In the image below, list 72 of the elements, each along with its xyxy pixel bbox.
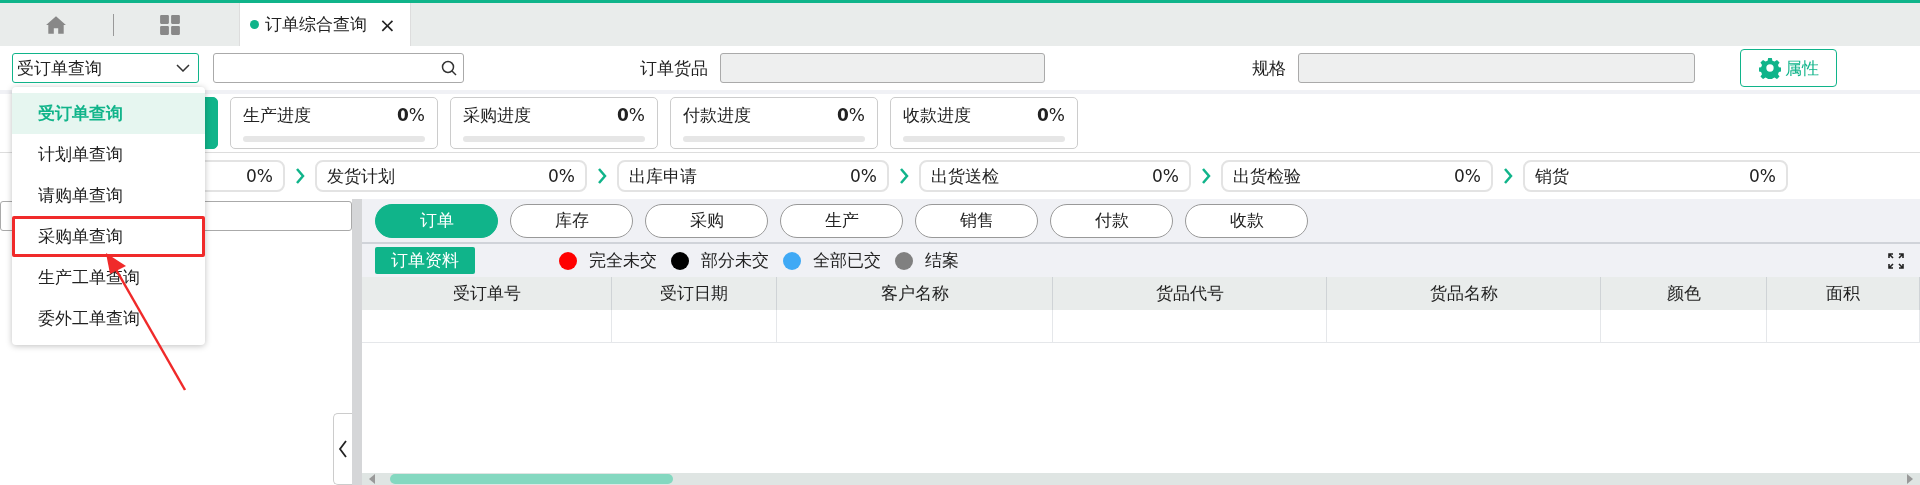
chevron-right-icon — [899, 168, 909, 184]
column-header[interactable]: 颜色 — [1601, 277, 1767, 310]
scroll-left-icon[interactable] — [368, 473, 376, 485]
field-label: 订单货品 — [640, 56, 708, 80]
step-label: 出货送检 — [931, 164, 999, 188]
gear-icon — [1758, 57, 1781, 79]
column-header[interactable]: 受订日期 — [612, 277, 777, 310]
query-type-select[interactable]: 受订单查询 — [12, 53, 199, 83]
column-header[interactable]: 受订单号 — [362, 277, 612, 310]
card-label: 生产进度 — [243, 104, 311, 127]
chevron-left-icon[interactable] — [338, 440, 348, 458]
field-label: 规格 — [1252, 56, 1286, 80]
step-label: 出库申请 — [629, 164, 697, 188]
scrollbar-thumb[interactable] — [390, 474, 673, 484]
card-label: 收款进度 — [903, 104, 971, 127]
percent-value: 0% — [1037, 105, 1065, 125]
column-header[interactable]: 面积 — [1767, 277, 1920, 310]
percent-value: 0% — [1152, 166, 1179, 186]
section-label: 订单资料 — [375, 247, 475, 274]
legend-label: 部分未交 — [701, 249, 769, 272]
percent-value: 0% — [1454, 166, 1481, 186]
status-dot-icon — [250, 20, 259, 29]
legend-label: 完全未交 — [589, 249, 657, 272]
chevron-right-icon — [597, 168, 607, 184]
input-field[interactable] — [720, 53, 1045, 83]
dropdown-item[interactable]: 委外工单查询 — [12, 298, 205, 339]
percent-value: 0% — [548, 166, 575, 186]
chevron-right-icon — [1201, 168, 1211, 184]
progress-card[interactable]: 收款进度 0% — [890, 97, 1078, 149]
column-header[interactable]: 货品代号 — [1053, 277, 1327, 310]
card-label: 采购进度 — [463, 104, 531, 127]
dropdown-item[interactable]: 计划单查询 — [12, 134, 205, 175]
search-field[interactable] — [213, 53, 464, 83]
category-button[interactable]: 库存 — [510, 203, 633, 238]
dropdown-item[interactable]: 请购单查询 — [12, 175, 205, 216]
legend-label: 全部已交 — [813, 249, 881, 272]
category-button[interactable]: 采购 — [645, 203, 768, 238]
progress-card[interactable]: 付款进度 0% — [670, 97, 878, 149]
progress-card[interactable]: 生产进度 0% — [230, 97, 438, 149]
category-button[interactable]: 生产 — [780, 203, 903, 238]
column-header[interactable]: 货品名称 — [1327, 277, 1601, 310]
scroll-right-icon[interactable] — [1906, 473, 1914, 485]
collapse-button[interactable] — [333, 413, 352, 485]
tab-label[interactable]: 订单综合查询 — [265, 13, 367, 36]
step-label: 发货计划 — [327, 164, 395, 188]
step-label: 出货检验 — [1233, 164, 1301, 188]
dropdown-item[interactable]: 采购单查询 — [12, 216, 205, 257]
percent-value: 0% — [246, 166, 273, 186]
chevron-right-icon — [295, 168, 305, 184]
horizontal-scrollbar[interactable] — [362, 473, 1920, 485]
step-label: 销货 — [1535, 164, 1569, 188]
close-icon[interactable]: × — [379, 12, 396, 37]
tab[interactable]: 订单综合查询 × — [239, 3, 411, 46]
progress-card[interactable]: 采购进度 0% — [450, 97, 658, 149]
percent-value: 0% — [397, 105, 425, 125]
chevron-down-icon[interactable] — [176, 64, 190, 72]
expand-icon[interactable] — [1888, 252, 1904, 269]
grid-icon[interactable] — [159, 13, 181, 36]
card-label: 付款进度 — [683, 104, 751, 127]
category-button[interactable]: 收款 — [1185, 203, 1308, 238]
category-button[interactable]: 付款 — [1050, 203, 1173, 238]
input-field[interactable] — [1298, 53, 1695, 83]
percent-value: 0% — [1749, 166, 1776, 186]
legend-label: 结案 — [925, 249, 959, 272]
splitter-handle[interactable] — [352, 199, 362, 485]
percent-value: 0% — [850, 166, 877, 186]
chevron-right-icon — [1503, 168, 1513, 184]
search-icon[interactable] — [441, 60, 457, 76]
percent-value: 0% — [617, 105, 645, 125]
percent-value: 0% — [837, 105, 865, 125]
column-header[interactable]: 客户名称 — [777, 277, 1053, 310]
category-button[interactable]: 销售 — [915, 203, 1038, 238]
